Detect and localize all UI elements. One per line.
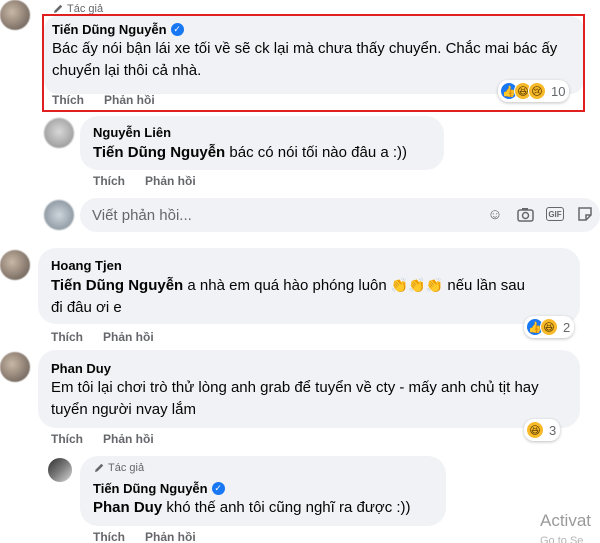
comment-actions: Thích Phản hồi <box>51 330 154 344</box>
mention-link[interactable]: Phan Duy <box>93 499 162 516</box>
avatar[interactable] <box>44 118 74 148</box>
author-tag-label: Tác giả <box>108 462 145 474</box>
reply-button[interactable]: Phản hồi <box>145 174 196 188</box>
sticker-icon[interactable] <box>576 205 594 223</box>
comment-text: Phan Duy khó thế anh tôi cũng nghĩ ra đư… <box>93 497 411 519</box>
comment-text: Tiến Dũng Nguyễn a nhà em quá hào phóng … <box>51 274 571 319</box>
reaction-summary[interactable]: 👍 😆 2 <box>524 316 575 338</box>
comment-author[interactable]: Phan Duy <box>51 361 111 376</box>
avatar[interactable] <box>0 0 30 30</box>
comment-author[interactable]: Hoang Tjen <box>51 258 122 273</box>
reaction-count: 2 <box>563 319 571 335</box>
comment-actions: Thích Phản hồi <box>93 530 196 543</box>
comment-actions: Thích Phản hồi <box>93 174 196 188</box>
comment-author[interactable]: Nguyễn Liên <box>93 125 171 140</box>
highlight-box <box>42 14 585 112</box>
reaction-summary[interactable]: 😆 3 <box>524 419 561 441</box>
reaction-count: 3 <box>549 422 557 438</box>
author-name[interactable]: Nguyễn Liên <box>93 125 171 140</box>
verified-icon: ✓ <box>211 482 225 495</box>
mention-link[interactable]: Tiến Dũng Nguyễn <box>51 277 183 294</box>
comment-author[interactable]: Tiến Dũng Nguyễn ✓ <box>93 481 225 496</box>
pen-icon <box>95 463 104 472</box>
reply-button[interactable]: Phản hồi <box>103 432 154 446</box>
camera-icon[interactable] <box>516 205 534 223</box>
mention-link[interactable]: Tiến Dũng Nguyễn <box>93 144 225 161</box>
haha-reaction-icon: 😆 <box>526 421 544 439</box>
emoji-icon[interactable]: ☺ <box>486 205 504 223</box>
avatar[interactable] <box>48 458 72 482</box>
comment-text: Tiến Dũng Nguyễn bác có nói tối nào đâu … <box>93 142 407 164</box>
comment-body: đi đâu ơi e <box>51 299 122 316</box>
reply-button[interactable]: Phản hồi <box>145 530 196 543</box>
reply-input[interactable] <box>92 198 482 232</box>
avatar[interactable] <box>0 352 30 382</box>
clap-emoji: 👏👏👏 <box>390 277 444 293</box>
avatar[interactable] <box>0 250 30 280</box>
gif-icon[interactable]: GIF <box>546 207 564 221</box>
comment-body: khó thế anh tôi cũng nghĩ ra được :)) <box>162 499 411 516</box>
like-button[interactable]: Thích <box>51 432 83 446</box>
author-name[interactable]: Hoang Tjen <box>51 258 122 273</box>
reply-button[interactable]: Phản hồi <box>103 330 154 344</box>
like-button[interactable]: Thích <box>51 330 83 344</box>
comment-actions: Thích Phản hồi <box>51 432 154 446</box>
comment-body: nếu lần sau <box>443 277 525 294</box>
activation-watermark: Activat <box>540 511 592 530</box>
reply-input-box: ☺ GIF <box>80 198 600 232</box>
author-name[interactable]: Tiến Dũng Nguyễn <box>93 481 208 496</box>
current-user-avatar <box>44 200 74 230</box>
comment-body: a nhà em quá hào phóng luôn <box>183 277 391 294</box>
like-button[interactable]: Thích <box>93 174 125 188</box>
activation-watermark-sub: Go to Se <box>540 535 584 543</box>
like-button[interactable]: Thích <box>93 530 125 543</box>
comment-text: Em tôi lại chơi trò thử lòng anh grab để… <box>51 379 539 418</box>
input-toolbar: ☺ GIF <box>486 205 594 223</box>
comment-body: bác có nói tối nào đâu a :)) <box>225 144 408 161</box>
author-name[interactable]: Phan Duy <box>51 361 111 376</box>
haha-reaction-icon: 😆 <box>540 318 558 336</box>
author-badge: Tác giả <box>93 462 144 474</box>
